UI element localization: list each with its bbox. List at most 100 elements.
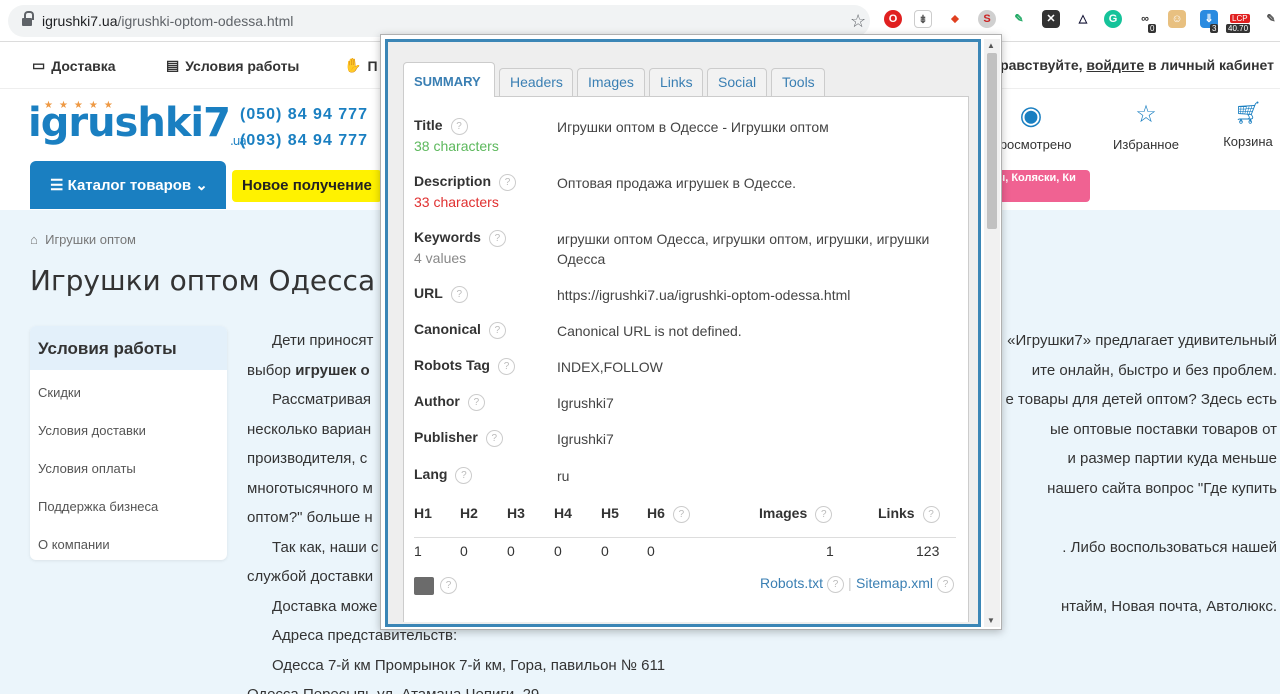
location-extension-icon[interactable]: ⬥ — [946, 10, 964, 28]
description-label: Description? — [414, 173, 517, 191]
scrollbar-thumb[interactable] — [987, 53, 997, 229]
h5-count: 0 — [601, 543, 609, 559]
delta-extension-icon[interactable]: △ — [1074, 10, 1092, 28]
h3-header: H3 — [507, 505, 525, 521]
work-terms-link[interactable]: ▤ Условия работы — [166, 57, 299, 74]
title-label: Title? — [414, 117, 468, 135]
tab-headers[interactable]: Headers — [499, 68, 573, 96]
help-icon[interactable]: ? — [672, 505, 690, 523]
article-line-start: Так как, наши с — [272, 538, 379, 556]
article-line-start: Дети приносят — [272, 332, 374, 349]
tab-links[interactable]: Links — [649, 68, 703, 96]
help-icon[interactable]: ? — [937, 575, 955, 593]
publisher-value: Igrushki7 — [557, 431, 614, 447]
help-icon[interactable]: ? — [827, 575, 845, 593]
keywords-value: игрушки оптом Одесса, игрушки оптом, игр… — [557, 231, 930, 267]
tab-tools[interactable]: Tools — [771, 68, 825, 96]
greeting: Здравствуйте, войдите в личный кабинет — [982, 57, 1274, 73]
tab-social[interactable]: Social — [707, 68, 767, 96]
viewed-button[interactable]: ◉ Просмотрено — [990, 100, 1072, 152]
help-icon[interactable]: ? — [455, 466, 473, 484]
article-line-start: Одесса 7-й км Промрынок 7-й км, Гора, па… — [272, 656, 666, 674]
article-line-start: службой доставки — [247, 568, 374, 585]
url-value[interactable]: https://igrushki7.ua/igrushki-optom-odes… — [557, 285, 947, 305]
sidebar-item-support[interactable]: Поддержка бизнеса — [30, 488, 227, 526]
extension-badge: 3 — [1210, 24, 1219, 33]
avatar-extension-icon[interactable]: ☺ — [1168, 10, 1186, 28]
lang-value: ru — [557, 468, 570, 484]
help-icon[interactable]: ? — [488, 229, 506, 247]
chart-icon[interactable] — [414, 577, 434, 595]
article-line-start: производителя, с — [247, 450, 368, 467]
description-length: 33 characters — [414, 194, 499, 210]
help-icon[interactable]: ? — [450, 285, 468, 303]
table-divider — [414, 537, 956, 538]
address-bar[interactable]: igrushki7.ua/igrushki-optom-odessa.html … — [8, 5, 870, 37]
sidebar-item-payment[interactable]: Условия оплаты — [30, 450, 227, 488]
seo-extension-icon[interactable]: S — [978, 10, 996, 28]
h2-header: H2 — [460, 505, 478, 521]
url-text[interactable]: igrushki7.ua/igrushki-optom-odessa.html — [42, 13, 293, 29]
phone-numbers: (050) 84 94 777 (093) 84 94 777 — [240, 102, 368, 154]
canonical-value: Canonical URL is not defined. — [557, 323, 742, 339]
home-icon[interactable]: ⌂ — [30, 232, 38, 247]
article-line-start: Одесса Пересыпь ул. Атамана Чепиги, 29 — [247, 686, 539, 694]
canonical-label: Canonical? — [414, 321, 506, 339]
phone-2[interactable]: (093) 84 94 777 — [240, 128, 368, 154]
robots-txt-link[interactable]: Robots.txt? — [760, 575, 845, 593]
partnership-link[interactable]: ✋ П — [344, 57, 378, 74]
grammarly-extension-icon[interactable]: G — [1104, 10, 1122, 28]
work-terms-sidebar: Условия работы Скидки Условия доставки У… — [30, 326, 227, 560]
article-line-start: выбор — [247, 361, 296, 379]
help-icon[interactable]: ? — [467, 393, 485, 411]
images-header: Images? — [759, 505, 833, 523]
robots-value: INDEX,FOLLOW — [557, 359, 663, 375]
opera-extension-icon[interactable]: O — [884, 10, 902, 28]
delivery-link[interactable]: ▭ Доставка — [32, 57, 116, 74]
help-icon[interactable]: ? — [488, 321, 506, 339]
tab-images[interactable]: Images — [577, 68, 645, 96]
popup-scrollbar[interactable]: ▲ ▼ — [984, 39, 1000, 627]
download-extension-icon[interactable]: ⇟ — [914, 10, 932, 28]
links-header: Links? — [878, 505, 940, 523]
tab-summary[interactable]: SUMMARY — [403, 62, 495, 97]
hamburger-icon: ☰ — [50, 177, 68, 194]
puzzle-extension-icon[interactable]: ✎ — [1262, 10, 1280, 28]
bookmark-star-icon[interactable]: ☆ — [850, 11, 866, 32]
help-icon[interactable]: ? — [497, 357, 515, 375]
article-line-start: многотысячного м — [247, 479, 373, 497]
phone-1[interactable]: (050) 84 94 777 — [240, 102, 368, 128]
h4-count: 0 — [554, 543, 562, 559]
images-count: 1 — [826, 543, 834, 559]
sidebar-item-delivery[interactable]: Условия доставки — [30, 412, 227, 450]
help-icon[interactable]: ? — [440, 577, 457, 594]
lock-icon — [22, 11, 34, 27]
author-label: Author? — [414, 393, 485, 411]
scroll-up-arrow[interactable]: ▲ — [987, 41, 995, 50]
robots-label: Robots Tag? — [414, 357, 515, 375]
login-link[interactable]: войдите — [1086, 57, 1144, 73]
help-icon[interactable]: ? — [499, 173, 517, 191]
document-icon: ▤ — [166, 57, 180, 73]
lang-label: Lang? — [414, 466, 473, 484]
sitemap-link[interactable]: Sitemap.xml? — [856, 575, 955, 593]
help-icon[interactable]: ? — [922, 505, 940, 523]
help-icon[interactable]: ? — [450, 117, 468, 135]
sidebar-item-about[interactable]: О компании — [30, 526, 227, 564]
h1-count: 1 — [414, 543, 422, 559]
catalog-button[interactable]: ☰ Каталог товаров ⌄ — [30, 161, 226, 209]
article-line: Одесса 7-й км Промрынок 7-й км, Гора, па… — [247, 651, 1277, 681]
wrench-extension-icon[interactable]: ✎ — [1010, 10, 1028, 28]
new-arrivals-button[interactable]: Новое получение — [232, 170, 382, 202]
cart-button[interactable]: 🛒︎ Корзина — [1216, 100, 1280, 149]
cart-icon: 🛒︎ — [1234, 100, 1262, 125]
x-extension-icon[interactable]: ✕ — [1042, 10, 1060, 28]
article-line-end: ые оптовые поставки товаров от — [1049, 420, 1277, 438]
help-icon[interactable]: ? — [485, 429, 503, 447]
scroll-down-arrow[interactable]: ▼ — [987, 616, 995, 625]
favorites-button[interactable]: ☆ Избранное — [1106, 100, 1186, 152]
site-logo[interactable]: igrushki7.ua — [28, 100, 247, 148]
help-icon[interactable]: ? — [815, 505, 833, 523]
sidebar-item-discounts[interactable]: Скидки — [30, 374, 227, 412]
truck-icon: ▭ — [32, 57, 46, 73]
